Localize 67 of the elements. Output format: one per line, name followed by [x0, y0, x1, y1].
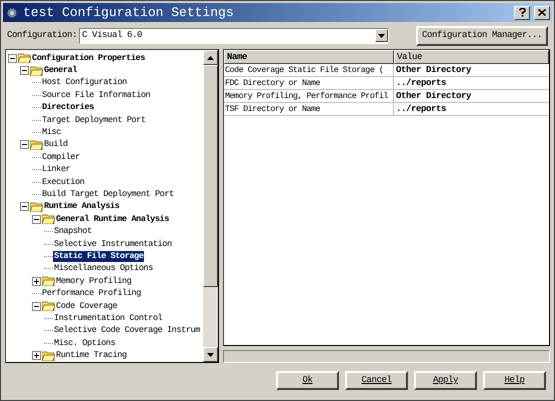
folder-icon	[42, 301, 55, 311]
tree-item[interactable]: Code Coverage	[55, 300, 118, 312]
close-button[interactable]	[534, 6, 550, 20]
tree-item[interactable]: Instrumentation Control	[53, 312, 164, 324]
configuration-dropdown[interactable]: C Visual 6.0	[79, 28, 390, 44]
dialog-button[interactable]: Cancel	[345, 371, 408, 390]
table-cell: Code Coverage Static File Storage (	[224, 64, 394, 76]
configuration-label: Configuration:	[7, 28, 78, 42]
table-cell-text: Other Directory	[395, 90, 472, 102]
expander-icon[interactable]	[20, 140, 29, 150]
tree-item[interactable]: Runtime Tracing	[55, 350, 128, 362]
expander-icon[interactable]	[32, 276, 41, 286]
expander-icon[interactable]	[32, 351, 41, 360]
tree-item[interactable]: Source File Information	[41, 90, 152, 101]
dialog-button[interactable]: Apply	[414, 371, 477, 390]
tree-item[interactable]: General Runtime Analysis	[55, 214, 170, 225]
dialog-button[interactable]: Help	[483, 371, 546, 390]
folder-icon	[30, 66, 43, 76]
tree-item[interactable]: Misc. Options	[53, 338, 116, 349]
table-cell-text: Other Directory	[395, 64, 472, 76]
table-cell: Memory Profiling, Performance Profil	[224, 90, 394, 102]
expander-icon[interactable]	[20, 202, 29, 212]
tree-item[interactable]: Miscellaneous Options	[53, 263, 154, 274]
folder-icon	[42, 276, 55, 286]
tree-item[interactable]: Build	[43, 139, 69, 150]
tree-item[interactable]: Execution	[41, 176, 86, 188]
help-button[interactable]	[514, 6, 530, 20]
folder-icon	[18, 53, 31, 64]
tree-item[interactable]: Selective Code Coverage Instrum	[53, 325, 201, 336]
expander-icon[interactable]	[32, 214, 41, 224]
window-title: test Configuration Settings	[23, 4, 235, 22]
tree-item[interactable]: Misc	[41, 127, 62, 138]
question-icon	[518, 8, 526, 17]
column-header[interactable]: Value	[394, 50, 549, 64]
tree-item[interactable]: Snapshot	[53, 226, 93, 238]
tree-item[interactable]: Linker	[41, 164, 72, 176]
folder-icon	[30, 202, 43, 212]
table-cell: TSF Directory or Name	[224, 103, 394, 115]
expander-icon[interactable]	[32, 302, 41, 310]
tree-item[interactable]: Target Deployment Port	[41, 114, 147, 126]
close-icon	[538, 9, 546, 16]
tree-item[interactable]: Compiler	[41, 152, 81, 163]
tree-item[interactable]: Host Configuration	[41, 77, 128, 88]
tree-item[interactable]: Memory Profiling	[55, 276, 132, 287]
gear-icon	[5, 6, 19, 20]
folder-icon	[42, 214, 55, 224]
table-cell-text: ../reports	[395, 77, 448, 89]
expander-icon[interactable]	[8, 54, 17, 63]
scroll-up-icon[interactable]	[207, 56, 214, 60]
tree-item[interactable]: Performance Profiling	[41, 288, 142, 300]
dropdown-arrow-icon	[378, 34, 386, 38]
tree-item[interactable]: Selective Instrumentation	[53, 238, 173, 250]
folder-icon	[30, 140, 43, 150]
scroll-down-icon[interactable]	[207, 352, 214, 356]
tree-item[interactable]: Runtime Analysis	[43, 201, 120, 212]
tree-item[interactable]: Build Target Deployment Port	[41, 188, 175, 200]
table-cell-text: ../reports	[395, 103, 448, 115]
configuration-manager-button[interactable]: Configuration Manager...	[416, 26, 548, 46]
table-cell: FDC Directory or Name	[224, 77, 394, 89]
folder-icon	[42, 350, 55, 361]
column-header[interactable]: Name	[224, 50, 394, 64]
expander-icon[interactable]	[20, 66, 29, 76]
dialog-button[interactable]: Ok	[276, 371, 339, 390]
tree-item[interactable]: Static File Storage	[53, 250, 144, 262]
tree-item[interactable]: General	[43, 65, 78, 76]
tree-item[interactable]: Configuration Properties	[31, 52, 146, 64]
tree-item[interactable]: Directories	[41, 102, 95, 114]
